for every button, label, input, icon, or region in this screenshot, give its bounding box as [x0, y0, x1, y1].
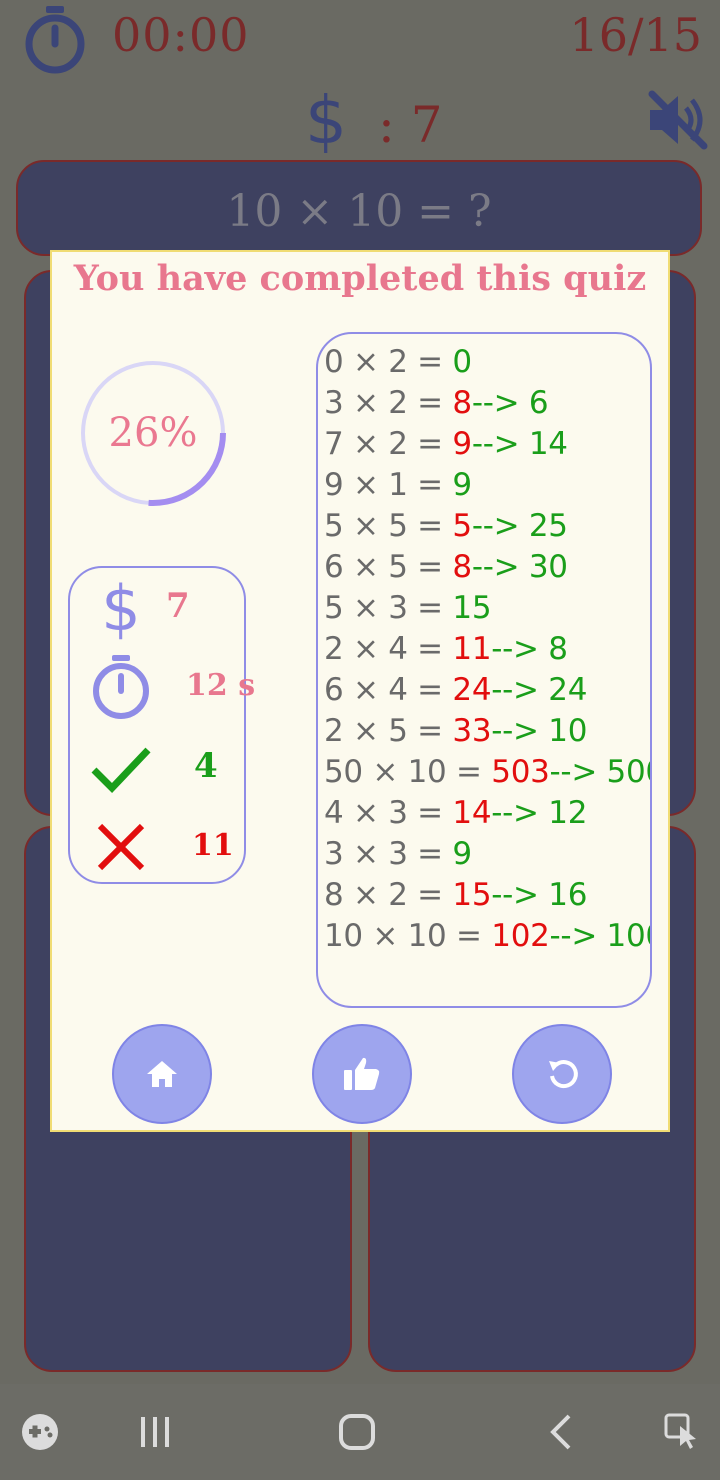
- review-problem: 3 × 3 =: [324, 836, 453, 872]
- review-problem: 5 × 3 =: [324, 590, 453, 626]
- review-given-answer: 0: [452, 344, 472, 380]
- cross-icon: [90, 816, 152, 878]
- top-bar: 00:00 16/15: [0, 0, 720, 80]
- review-line: 3 × 2 = 8--> 6: [324, 383, 650, 424]
- review-given-answer: 8: [452, 385, 472, 421]
- review-line: 9 × 1 = 9: [324, 465, 650, 506]
- sound-muted-icon[interactable]: [646, 88, 710, 152]
- answer-review-list: 0 × 2 = 03 × 2 = 8--> 67 × 2 = 9--> 14 9 …: [324, 342, 650, 957]
- money-counter: : 7: [378, 96, 443, 154]
- review-line: 3 × 3 = 9: [324, 834, 650, 875]
- review-given-answer: 9: [452, 836, 472, 872]
- review-given-answer: 24: [452, 672, 492, 708]
- review-line: 5 × 3 = 15: [324, 588, 650, 629]
- review-given-answer: 11: [452, 631, 492, 667]
- stopwatch-icon: [90, 655, 152, 719]
- review-correct-answer: --> 10: [491, 713, 588, 749]
- timer-readout: 00:00: [112, 8, 250, 62]
- review-problem: 7 × 2 =: [324, 426, 453, 462]
- review-correct-answer: --> 100: [549, 918, 650, 954]
- review-given-answer: 5: [452, 508, 472, 544]
- stat-correct-row: 4: [70, 734, 244, 804]
- review-correct-answer: --> 12: [491, 795, 588, 831]
- review-problem: 3 × 2 =: [324, 385, 453, 421]
- dialog-title: You have completed this quiz: [73, 258, 647, 299]
- review-given-answer: 8: [452, 549, 472, 585]
- review-given-answer: 9: [452, 426, 472, 462]
- score-percent: 26%: [108, 410, 198, 456]
- like-button[interactable]: [312, 1024, 412, 1124]
- review-line: 6 × 5 = 8--> 30: [324, 547, 650, 588]
- recent-apps-icon[interactable]: [124, 1398, 186, 1466]
- review-line: 5 × 5 = 5--> 25: [324, 506, 650, 547]
- review-line: 8 × 2 = 15--> 16: [324, 875, 650, 916]
- review-line: 2 × 4 = 11--> 8: [324, 629, 650, 670]
- review-problem: 9 × 1 =: [324, 467, 453, 503]
- question-card: 10 × 10 = ?: [16, 160, 702, 256]
- system-navigation-bar: [0, 1384, 720, 1480]
- dollar-icon: $: [101, 572, 141, 645]
- stat-time-value: 12 s: [186, 668, 256, 703]
- review-line: 6 × 4 = 24--> 24: [324, 670, 650, 711]
- stat-money-row: $ 7: [70, 574, 244, 644]
- stats-panel: $ 7 12 s 4 11: [68, 566, 255, 884]
- review-correct-answer: --> 24: [491, 672, 588, 708]
- review-problem: 50 × 10 =: [324, 754, 492, 790]
- review-problem: 4 × 3 =: [324, 795, 453, 831]
- stat-wrong-row: 11: [70, 812, 244, 882]
- replay-button[interactable]: [512, 1024, 612, 1124]
- review-correct-answer: --> 500: [549, 754, 650, 790]
- review-line: 4 × 3 = 14--> 12: [324, 793, 650, 834]
- review-problem: 0 × 2 =: [324, 344, 453, 380]
- review-problem: 8 × 2 =: [324, 877, 453, 913]
- stat-time-row: 12 s: [70, 652, 255, 722]
- review-given-answer: 503: [491, 754, 550, 790]
- review-problem: 6 × 5 =: [324, 549, 453, 585]
- review-given-answer: 15: [452, 590, 492, 626]
- game-launcher-icon[interactable]: [16, 1398, 64, 1466]
- review-correct-answer: --> 8: [491, 631, 568, 667]
- review-given-answer: 15: [452, 877, 492, 913]
- accessibility-touch-icon[interactable]: [656, 1398, 708, 1466]
- stopwatch-icon: [25, 6, 85, 74]
- home-button[interactable]: [112, 1024, 212, 1124]
- answer-review-panel: 0 × 2 = 03 × 2 = 8--> 67 × 2 = 9--> 14 9 …: [316, 332, 652, 1008]
- review-line: 2 × 5 = 33--> 10: [324, 711, 650, 752]
- back-nav-icon[interactable]: [530, 1398, 592, 1466]
- review-line: 7 × 2 = 9--> 14: [324, 424, 650, 465]
- home-nav-icon[interactable]: [326, 1398, 388, 1466]
- dollar-icon: $: [305, 82, 347, 159]
- review-correct-answer: --> 14: [471, 426, 568, 462]
- review-given-answer: 9: [452, 467, 472, 503]
- thumbs-up-icon: [344, 1057, 380, 1090]
- review-correct-answer: --> 25: [471, 508, 568, 544]
- review-given-answer: 33: [452, 713, 492, 749]
- review-problem: 5 × 5 =: [324, 508, 453, 544]
- review-line: 0 × 2 = 0: [324, 342, 650, 383]
- stat-correct-value: 4: [194, 746, 218, 786]
- stat-wrong-value: 11: [192, 828, 234, 863]
- review-given-answer: 102: [491, 918, 550, 954]
- review-given-answer: 14: [452, 795, 492, 831]
- review-problem: 6 × 4 =: [324, 672, 453, 708]
- review-problem: 2 × 4 =: [324, 631, 453, 667]
- question-progress: 16/15: [569, 8, 702, 62]
- review-correct-answer: --> 6: [471, 385, 549, 421]
- review-correct-answer: --> 16: [491, 877, 588, 913]
- home-icon: [147, 1061, 177, 1087]
- review-line: 50 × 10 = 503--> 500: [324, 752, 650, 793]
- review-line: 10 × 10 = 102--> 100: [324, 916, 650, 957]
- checkmark-icon: [90, 738, 152, 800]
- review-correct-answer: --> 30: [471, 549, 568, 585]
- replay-icon: [549, 1060, 578, 1089]
- review-problem: 2 × 5 =: [324, 713, 453, 749]
- quiz-results-dialog: You have completed this quiz 26% $ 7 12 …: [50, 250, 670, 1132]
- review-problem: 10 × 10 =: [324, 918, 492, 954]
- stat-money-value: 7: [166, 586, 190, 626]
